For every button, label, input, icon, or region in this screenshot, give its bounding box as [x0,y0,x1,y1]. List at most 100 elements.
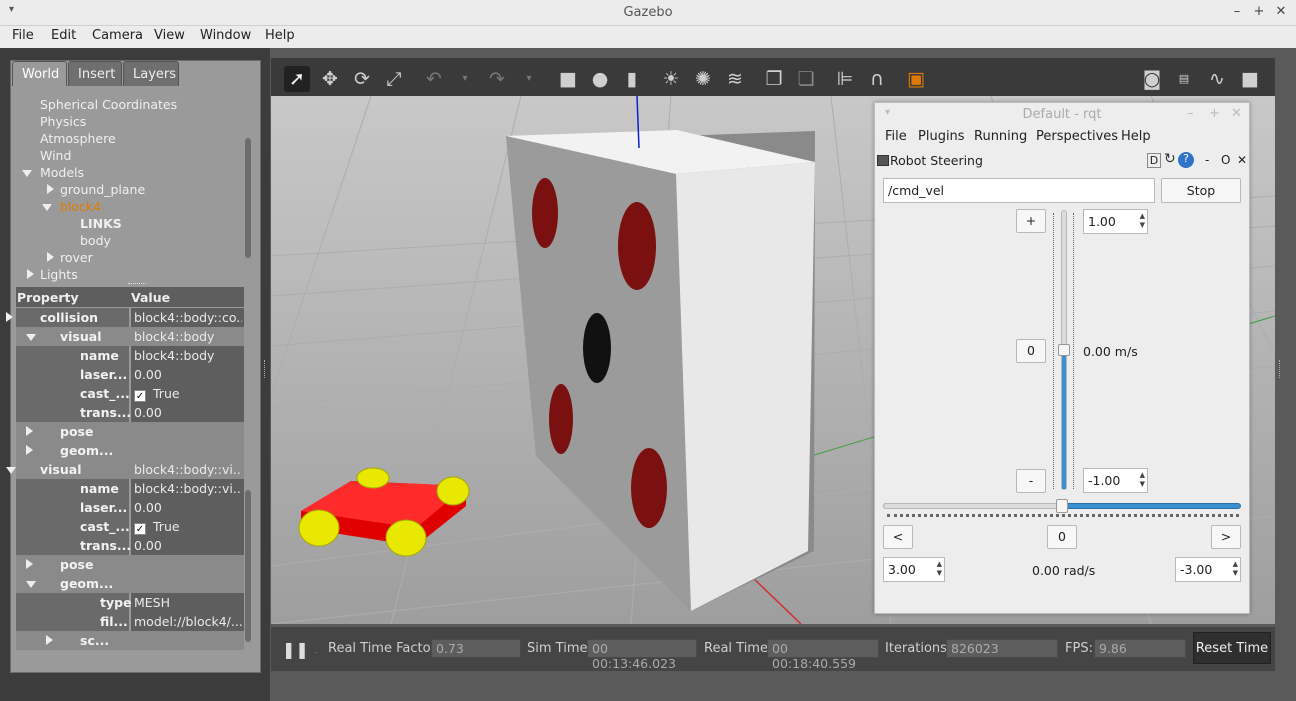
step-icon[interactable]: . [315,646,318,655]
change-view-icon[interactable]: ▣ [903,66,929,92]
property-row[interactable]: laser... 0.00 [16,498,244,517]
tab-insert[interactable]: Insert [68,61,122,86]
rqt-menu-running[interactable]: Running [974,129,1027,144]
property-value[interactable]: ✓ True [134,519,242,535]
min-angular-spinbox[interactable]: -3.00 ▲ ▼ [1175,557,1241,582]
scale-mode-icon[interactable]: ⤢ [381,66,407,92]
tree-item-spherical[interactable]: Spherical Coordinates [40,97,177,112]
property-row[interactable]: cast_... ✓ True [16,517,244,536]
tree-item-ground-plane[interactable]: ground_plane [60,182,145,197]
property-row[interactable]: pose [16,555,244,574]
property-row[interactable]: laser... 0.00 [16,365,244,384]
reload-icon[interactable]: ↻ [1164,151,1176,167]
plugin-float-icon[interactable]: O [1221,153,1230,167]
expand-models-icon[interactable] [22,170,32,177]
rqt-menu-plugins[interactable]: Plugins [918,129,965,144]
rqt-minimize-icon[interactable]: – [1187,106,1194,121]
linear-decrease-button[interactable]: - [1016,469,1046,493]
property-row[interactable]: pose [16,422,244,441]
tree-item-body[interactable]: body [80,233,111,248]
min-linear-spinbox[interactable]: -1.00 ▲ ▼ [1083,468,1148,493]
property-row[interactable]: visual block4::body::vi... [6,460,244,479]
copy-icon[interactable]: ❐ [761,66,787,92]
tree-item-wind[interactable]: Wind [40,148,71,163]
menu-edit[interactable]: Edit [51,28,76,43]
redo-icon[interactable]: ↷ [484,66,510,92]
tab-layers[interactable]: Layers [123,61,179,86]
expand-icon[interactable] [46,635,53,645]
linear-slider-handle[interactable] [1058,344,1070,356]
help-icon[interactable]: ? [1178,152,1194,168]
tree-item-physics[interactable]: Physics [40,114,86,129]
tree-scrollbar[interactable] [245,138,251,258]
paste-icon[interactable]: ❏ [793,66,819,92]
expand-icon[interactable] [26,426,33,436]
property-row[interactable]: collision block4::body::co... [6,308,244,327]
property-row[interactable]: sc... [16,631,244,650]
angular-slider-handle[interactable] [1056,499,1068,513]
cylinder-shape-icon[interactable]: ▮ [619,66,645,92]
redo-history-icon[interactable]: ▾ [516,66,542,92]
angular-zero-button[interactable]: 0 [1047,525,1077,549]
minimize-icon[interactable]: – [1229,4,1245,19]
rotate-mode-icon[interactable]: ⟳ [349,66,375,92]
menu-file[interactable]: File [12,28,34,43]
checkbox-icon[interactable]: ✓ [134,523,146,535]
close-icon[interactable]: ✕ [1273,4,1289,19]
tree-item-rover[interactable]: rover [60,250,93,265]
expand-lights-icon[interactable] [27,269,34,279]
undo-icon[interactable]: ↶ [421,66,447,92]
property-row[interactable]: geom... [16,441,244,460]
spin-arrows-icon[interactable]: ▲ ▼ [1233,560,1238,578]
property-row[interactable]: trans... 0.00 [16,403,244,422]
log-icon[interactable]: ▤ [1171,66,1197,92]
property-row[interactable]: name block4::body::vi... [16,479,244,498]
maximize-icon[interactable]: + [1251,4,1267,19]
expand-icon[interactable] [6,312,13,322]
box-shape-icon[interactable]: ■ [555,66,581,92]
rqt-menu-help[interactable]: Help [1121,129,1151,144]
angular-right-button[interactable]: > [1211,525,1241,549]
align-icon[interactable]: ⊫ [832,66,858,92]
plugin-settings-button[interactable]: D [1147,153,1161,168]
rqt-maximize-icon[interactable]: + [1209,106,1220,121]
property-row[interactable]: trans... 0.00 [16,536,244,555]
property-scrollbar[interactable] [245,490,251,642]
sphere-shape-icon[interactable]: ● [587,66,613,92]
select-mode-icon[interactable]: ➚ [284,66,310,92]
pause-icon[interactable]: ❚❚ [282,640,309,659]
topic-input[interactable]: /cmd_vel [883,178,1155,203]
left-splitter-handle[interactable] [264,360,268,378]
tree-item-block4[interactable]: block4 [60,199,101,214]
splitter-handle[interactable] [128,283,146,286]
checkbox-icon[interactable]: ✓ [134,390,146,402]
expand-block4-icon[interactable] [42,204,52,211]
menu-camera[interactable]: Camera [92,28,143,43]
tree-item-lights[interactable]: Lights [40,267,78,282]
max-angular-spinbox[interactable]: 3.00 ▲ ▼ [883,557,945,582]
collapse-icon[interactable] [26,581,36,588]
property-row[interactable]: cast_... ✓ True [16,384,244,403]
linear-increase-button[interactable]: + [1016,209,1046,233]
stop-button[interactable]: Stop [1161,178,1241,203]
angular-left-button[interactable]: < [883,525,913,549]
right-splitter-handle[interactable] [1279,360,1283,378]
screenshot-icon[interactable]: ◙ [1139,66,1165,92]
expand-rover-icon[interactable] [47,252,54,262]
video-record-icon[interactable]: ■ [1237,66,1263,92]
property-row[interactable]: geom... [16,574,244,593]
plugin-minimize-icon[interactable]: - [1205,153,1209,167]
rqt-window-menu-icon[interactable]: ▾ [885,107,890,118]
spot-light-icon[interactable]: ✺ [690,66,716,92]
rqt-menu-file[interactable]: File [885,129,907,144]
property-row[interactable]: fil... model://block4/... [16,612,244,631]
directional-light-icon[interactable]: ≋ [722,66,748,92]
point-light-icon[interactable]: ☀ [658,66,684,92]
menu-window[interactable]: Window [200,28,251,43]
tab-world[interactable]: World [12,61,67,86]
plot-icon[interactable]: ∿ [1204,66,1230,92]
collapse-icon[interactable] [6,467,16,474]
property-row[interactable]: type MESH [16,593,244,612]
tree-item-models[interactable]: Models [40,165,84,180]
plugin-close-icon[interactable]: ✕ [1237,153,1247,167]
